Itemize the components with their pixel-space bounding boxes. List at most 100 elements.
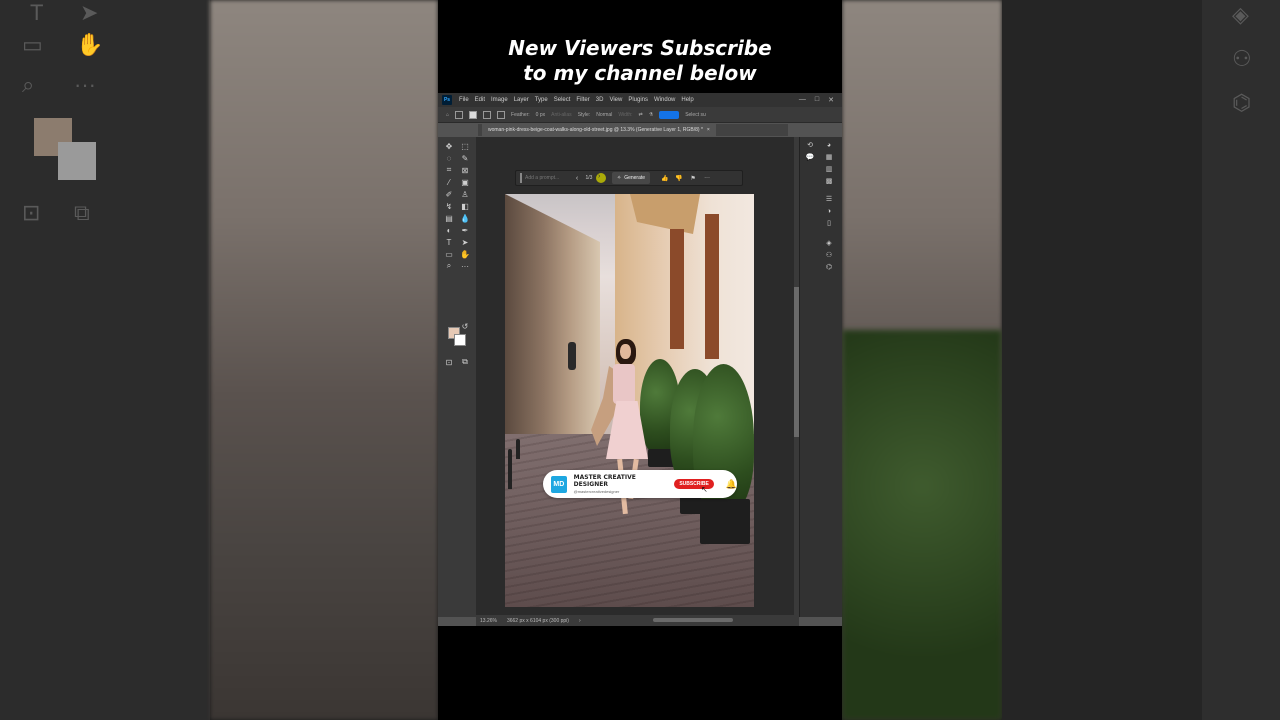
more-options-button[interactable]: ··· (700, 175, 714, 181)
new-selection-icon[interactable] (469, 110, 478, 119)
generate-label: Generate (624, 175, 646, 181)
menu-filter[interactable]: Filter (573, 97, 592, 103)
next-variation-button[interactable]: › (596, 173, 606, 183)
frame-tool-icon[interactable]: ⊠ (460, 165, 470, 175)
minimize-button[interactable]: — (799, 96, 806, 104)
more-tools-icon[interactable]: ··· (460, 261, 470, 271)
background-color-swatch[interactable] (454, 334, 466, 346)
blur-layers-icon: ◈ (1232, 2, 1249, 27)
spot-heal-tool-icon[interactable]: ▣ (460, 177, 470, 187)
lasso-tool-icon[interactable]: ◌ (444, 153, 454, 163)
add-selection-icon[interactable] (483, 110, 492, 119)
menu-plugins[interactable]: Plugins (625, 97, 651, 103)
eraser-tool-icon[interactable]: ◧ (460, 201, 470, 211)
menu-type[interactable]: Type (532, 97, 551, 103)
history-brush-tool-icon[interactable]: ↯ (444, 201, 454, 211)
comments-icon[interactable]: 💬 (806, 153, 815, 161)
crop-tool-icon[interactable]: ⌗ (444, 165, 454, 175)
blur-tool-icon[interactable]: 💧 (460, 213, 470, 223)
history-icon[interactable]: ⟲ (806, 141, 814, 149)
menu-view[interactable]: View (606, 97, 625, 103)
blur-marquee-icon: ▭ (22, 32, 43, 57)
status-bar: 13.26% 3662 px x 6104 px (300 ppi) › (476, 615, 799, 626)
style-label: Style: (577, 111, 591, 118)
feather-input[interactable]: 0 px (536, 112, 545, 118)
subtract-selection-icon[interactable] (497, 110, 506, 119)
libraries-icon[interactable]: ▯ (825, 219, 833, 227)
photo-bollard-1 (516, 439, 520, 459)
menu-edit[interactable]: Edit (472, 97, 488, 103)
quick-mask-icon[interactable]: ⊡ (444, 357, 454, 367)
eyedropper-tool-icon[interactable]: ⁄ (444, 177, 454, 187)
layers-icon[interactable]: ◈ (825, 239, 833, 247)
blur-paths-icon: ⌬ (1232, 90, 1252, 115)
paths-icon[interactable]: ⌬ (825, 263, 833, 271)
brush-tool-icon[interactable]: ✐ (444, 189, 454, 199)
accent-toggle[interactable] (659, 110, 680, 119)
move-tool-icon[interactable]: ✥ (444, 141, 454, 151)
horizontal-scroll-thumb[interactable] (653, 618, 733, 622)
channel-name: MASTER CREATIVE DESIGNER (573, 474, 636, 488)
zoom-level[interactable]: 13.26% (480, 618, 497, 624)
background-right-blur: ◈ ⚇ ⌬ (842, 0, 1280, 720)
status-menu-arrow[interactable]: › (579, 618, 581, 624)
type-tool-icon[interactable]: T (444, 237, 454, 247)
flag-icon[interactable]: ⚑ (686, 175, 700, 182)
flask-icon[interactable]: ⚗ (649, 112, 653, 118)
menu-3d[interactable]: 3D (593, 97, 607, 103)
photo-door-2 (705, 214, 719, 359)
close-button[interactable]: ✕ (828, 96, 834, 104)
prompt-input[interactable]: Add a prompt... (520, 173, 572, 183)
menu-help[interactable]: Help (678, 97, 696, 103)
rectangle-tool-icon[interactable]: ▭ (444, 249, 454, 259)
home-icon[interactable]: ⌂ (446, 112, 449, 118)
marquee-options-icon[interactable] (455, 110, 464, 119)
select-subject-button[interactable]: Select su (685, 112, 706, 118)
clone-stamp-tool-icon[interactable]: ♙ (460, 189, 470, 199)
document-tab[interactable]: woman-pink-dress-beige-coat-walks-along-… (482, 124, 716, 136)
menu-window[interactable]: Window (651, 97, 678, 103)
marquee-tool-icon[interactable]: ⬚ (460, 141, 470, 151)
thumbs-up-icon[interactable]: 👍 (658, 175, 672, 182)
patterns-icon[interactable]: ▩ (825, 177, 833, 185)
menu-select[interactable]: Select (551, 97, 574, 103)
screen-mode-icon[interactable]: ⧉ (460, 357, 470, 367)
gradients-icon[interactable]: ▥ (825, 165, 833, 173)
subscribe-button[interactable]: SUBSCRIBE (674, 479, 714, 489)
menu-image[interactable]: Image (488, 97, 511, 103)
caption: New Viewers Subscribe to my channel belo… (438, 36, 842, 86)
swatches-icon[interactable]: ▦ (825, 153, 833, 161)
swap-icon[interactable]: ⇄ (639, 112, 643, 118)
photoshop-window: Ps File Edit Image Layer Type Select Fil… (438, 93, 842, 626)
menu-layer[interactable]: Layer (511, 97, 532, 103)
bell-icon[interactable]: 🔔 (726, 479, 737, 490)
swap-colors-icon[interactable]: ↺ (460, 321, 470, 331)
quick-select-tool-icon[interactable]: ✎ (460, 153, 470, 163)
style-select[interactable]: Normal (596, 112, 612, 118)
hand-tool-icon[interactable]: ✋ (460, 249, 470, 259)
tools-panel: ✥ ⬚ ◌ ✎ ⌗ ⊠ ⁄ ▣ ✐ ♙ ↯ ◧ ▤ 💧 ◐ ✒ T ➤ ▭ ✋ … (438, 137, 476, 617)
properties-icon[interactable]: ☰ (825, 195, 833, 203)
color-icon[interactable]: ◕ (825, 141, 833, 149)
thumbs-down-icon[interactable]: 👎 (672, 175, 686, 182)
blurred-photo-left (210, 0, 438, 720)
tab-close-icon[interactable]: × (707, 127, 710, 133)
channels-icon[interactable]: ⚇ (825, 251, 833, 259)
generate-button[interactable]: ✧ Generate (612, 172, 651, 184)
blur-bg-swatch (58, 142, 96, 180)
previous-variation-button[interactable]: ‹ (572, 175, 582, 182)
adjustments-icon[interactable]: ◑ (825, 207, 833, 215)
feather-label: Feather: (511, 111, 530, 118)
pen-tool-icon[interactable]: ✒ (460, 225, 470, 235)
anti-alias-checkbox[interactable]: Anti-alias (551, 112, 572, 118)
gradient-tool-icon[interactable]: ▤ (444, 213, 454, 223)
channel-logo: MD (551, 475, 567, 493)
maximize-button[interactable]: □ (815, 96, 819, 104)
document-image (505, 194, 754, 607)
zoom-tool-icon[interactable]: ⌕ (444, 261, 454, 271)
dodge-tool-icon[interactable]: ◐ (444, 225, 454, 235)
photo-building-left (505, 194, 600, 434)
variation-count: 1/3 (585, 175, 593, 181)
menu-file[interactable]: File (456, 97, 472, 103)
path-select-tool-icon[interactable]: ➤ (460, 237, 470, 247)
